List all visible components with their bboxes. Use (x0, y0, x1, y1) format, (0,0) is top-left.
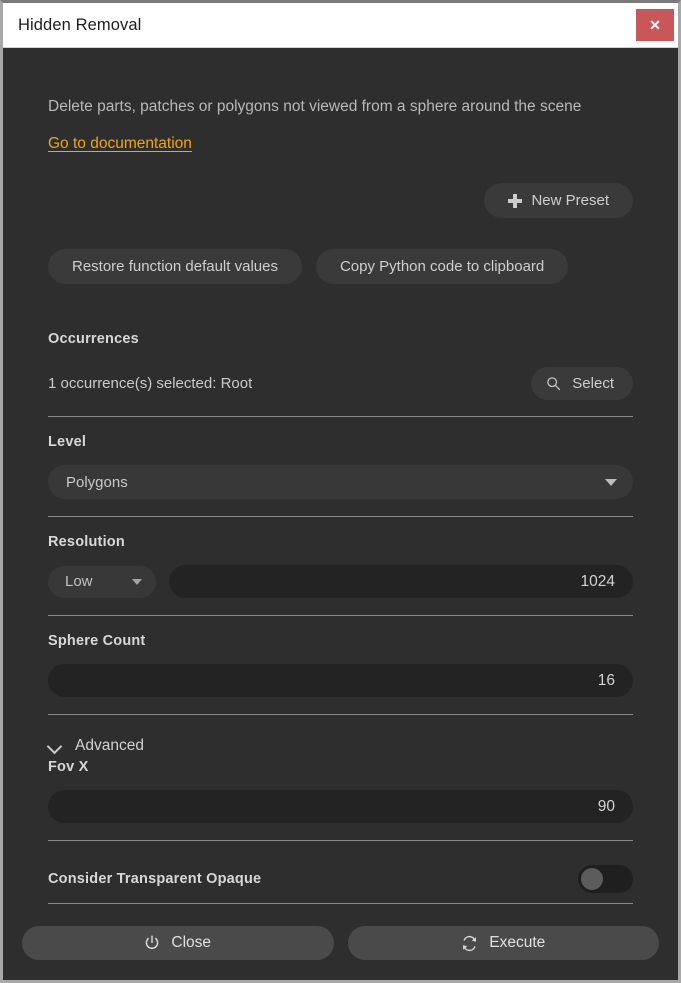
description-text: Delete parts, patches or polygons not vi… (48, 48, 608, 118)
level-value: Polygons (66, 474, 128, 491)
chevron-down-icon (605, 479, 617, 486)
search-icon (546, 376, 561, 391)
dialog-footer: Close Execute (3, 912, 678, 980)
close-window-button[interactable]: ✕ (636, 9, 674, 41)
divider (48, 840, 633, 841)
resolution-header: Resolution (48, 534, 633, 550)
spacer (48, 598, 633, 615)
dialog-content: Delete parts, patches or polygons not vi… (3, 48, 678, 912)
dialog-body: Delete parts, patches or polygons not vi… (3, 48, 678, 980)
window-title: Hidden Removal (3, 3, 141, 47)
power-icon (144, 935, 160, 951)
refresh-icon (461, 935, 478, 952)
spacer (48, 823, 633, 840)
copy-python-button[interactable]: Copy Python code to clipboard (316, 249, 568, 284)
close-button-label: Close (171, 934, 211, 952)
advanced-label: Advanced (75, 737, 144, 755)
close-button[interactable]: Close (22, 926, 334, 960)
resolution-preset-value: Low (65, 573, 93, 590)
transparent-opaque-label: Consider Transparent Opaque (48, 871, 261, 887)
advanced-section-toggle[interactable]: Advanced (48, 737, 633, 759)
toggle-knob (581, 868, 603, 890)
restore-defaults-button[interactable]: Restore function default values (48, 249, 302, 284)
spacer (48, 697, 633, 714)
action-buttons-row: Restore function default values Copy Pyt… (48, 249, 633, 284)
documentation-link[interactable]: Go to documentation (48, 135, 192, 153)
resolution-row: Low 1024 (48, 565, 633, 598)
resolution-value: 1024 (581, 573, 615, 591)
execute-button[interactable]: Execute (348, 926, 660, 960)
fov-x-value: 90 (598, 798, 615, 816)
hidden-removal-dialog: Hidden Removal ✕ Delete parts, patches o… (0, 0, 681, 983)
divider (48, 615, 633, 616)
transparent-opaque-row: Consider Transparent Opaque (48, 865, 633, 903)
new-preset-row: New Preset (48, 183, 633, 218)
sphere-count-value: 16 (598, 672, 615, 690)
fov-x-input[interactable]: 90 (48, 790, 633, 823)
new-preset-button[interactable]: New Preset (484, 183, 633, 218)
chevron-down-icon (132, 579, 142, 585)
select-label: Select (572, 376, 614, 391)
new-preset-label: New Preset (531, 193, 609, 208)
transparent-opaque-toggle[interactable] (578, 865, 633, 893)
resolution-preset-dropdown[interactable]: Low (48, 566, 156, 598)
fov-x-header: Fov X (48, 759, 633, 775)
resolution-value-input[interactable]: 1024 (169, 565, 633, 598)
sphere-count-input[interactable]: 16 (48, 664, 633, 697)
plus-icon (508, 194, 522, 208)
title-bar: Hidden Removal ✕ (3, 3, 678, 48)
copy-python-label: Copy Python code to clipboard (340, 259, 544, 274)
divider (48, 714, 633, 715)
occurrences-header: Occurrences (48, 331, 633, 347)
restore-defaults-label: Restore function default values (72, 259, 278, 274)
occurrences-summary: 1 occurrence(s) selected: Root (48, 375, 252, 392)
chevron-down-icon (48, 739, 62, 753)
fov-x-row: 90 (48, 790, 633, 823)
divider (48, 416, 633, 417)
occurrences-row: 1 occurrence(s) selected: Root Select (48, 367, 633, 416)
select-occurrences-button[interactable]: Select (531, 367, 633, 400)
execute-button-label: Execute (489, 934, 545, 952)
spacer (48, 499, 633, 516)
level-header: Level (48, 434, 633, 450)
divider (48, 516, 633, 517)
sphere-count-row: 16 (48, 664, 633, 697)
level-dropdown[interactable]: Polygons (48, 465, 633, 499)
sphere-count-header: Sphere Count (48, 633, 633, 649)
divider (48, 903, 633, 904)
close-icon: ✕ (649, 17, 661, 34)
